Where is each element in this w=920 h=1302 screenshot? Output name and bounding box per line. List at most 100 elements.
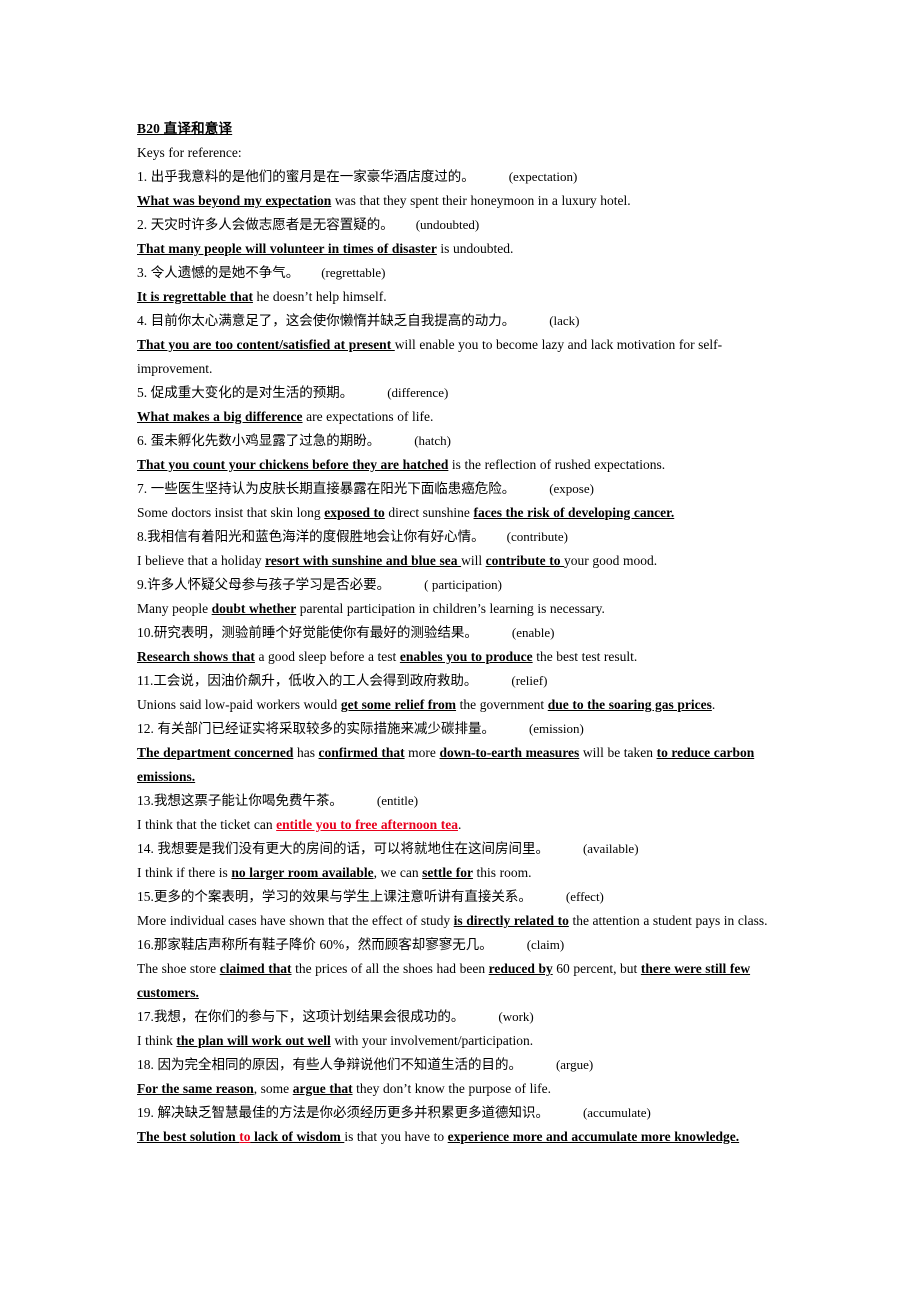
item-13-answer-key-highlight: entitle you to free afternoon tea [276, 817, 458, 832]
item-19-answer-key-2: experience more and accumulate more know… [447, 1129, 740, 1144]
item-19-answer-mid: is that you have to [344, 1129, 448, 1144]
item-17-cue: (work) [498, 1009, 534, 1024]
item-8-answer-key-1: resort with sunshine and blue sea [265, 553, 462, 568]
item-13-answer-post: . [457, 817, 462, 832]
item-8-answer-post: your good mood. [564, 553, 658, 568]
item-15-cue: (effect) [565, 889, 604, 904]
item-6-number: 6. [137, 433, 148, 448]
item-5-cue: (difference) [387, 385, 449, 400]
item-9-chinese: 许多人怀疑父母参与孩子学习是否必要。 [147, 577, 391, 592]
item-19-number: 19. [137, 1105, 154, 1120]
item-9-answer-pre: Many people [137, 601, 212, 616]
item-5-answer: What makes a big difference are expectat… [137, 405, 780, 429]
item-9-answer-key: doubt whether [211, 601, 297, 616]
item-7-chinese: 一些医生坚持认为皮肤长期直接暴露在阳光下面临患癌危险。 [150, 481, 516, 496]
item-9-answer: Many people doubt whether parental parti… [137, 597, 780, 621]
item-17-answer: I think the plan will work out well with… [137, 1029, 780, 1053]
item-16-answer-key-2: reduced by [488, 961, 553, 976]
item-10-answer: Research shows that a good sleep before … [137, 645, 780, 669]
item-7-cue: (expose) [549, 481, 594, 496]
item-11-answer-key-2: due to the soaring gas prices [547, 697, 712, 712]
item-6-answer-rest: is the reflection of rushed expectations… [448, 457, 666, 472]
item-19-answer-key-highlight: to [239, 1129, 251, 1144]
item-16-answer-key-1: claimed that [219, 961, 292, 976]
item-14-answer-pre: I think if there is [137, 865, 232, 880]
item-19-answer: The best solution to lack of wisdom is t… [137, 1125, 780, 1149]
item-4-cue: (lack) [549, 313, 580, 328]
item-10-answer-post: the best test result. [532, 649, 638, 664]
item-18-prompt: 18. 因为完全相同的原因，有些人争辩说他们不知道生活的目的。 (argue) [137, 1053, 780, 1077]
item-19-answer-key-1a: The best solution [137, 1129, 240, 1144]
item-11-cue: (relief) [511, 673, 548, 688]
item-5-chinese: 促成重大变化的是对生活的预期。 [150, 385, 354, 400]
item-1-cue: (expectation) [508, 169, 578, 184]
item-14-answer-post: this room. [472, 865, 532, 880]
item-16-cue: (claim) [526, 937, 565, 952]
item-12-number: 12. [137, 721, 154, 736]
item-1-number: 1. [137, 169, 148, 184]
item-8-cue: (contribute) [506, 529, 568, 544]
item-11-number: 11. [137, 673, 154, 688]
item-15-answer-key: is directly related to [453, 913, 569, 928]
item-4-chinese: 目前你太心满意足了，这会使你懒惰并缺乏自我提高的动力。 [150, 313, 516, 328]
item-2-answer-key: That many people will volunteer in times… [137, 241, 437, 256]
item-7-answer-key-1: exposed to [324, 505, 385, 520]
item-9-cue: ( participation) [424, 577, 502, 592]
item-19-cue: (accumulate) [582, 1105, 651, 1120]
item-9-answer-post: parental participation in children’s lea… [296, 601, 605, 616]
item-12-answer-key-1: The department concerned [137, 745, 294, 760]
item-10-answer-key-2: enables you to produce [399, 649, 533, 664]
item-12-answer-mid-3: will be taken [579, 745, 657, 760]
item-14-number: 14. [137, 841, 154, 856]
item-14-answer-key-2: settle for [422, 865, 473, 880]
item-15-chinese: 更多的个案表明，学习的效果与学生上课注意听讲有直接关系。 [153, 889, 532, 904]
item-19-answer-key-1b: lack of wisdom [250, 1129, 345, 1144]
item-13-cue: (entitle) [376, 793, 419, 808]
item-10-answer-mid: a good sleep before a test [254, 649, 400, 664]
subtitle: Keys for reference: [137, 145, 242, 160]
item-7-answer-key-2: faces the risk of developing cancer. [473, 505, 675, 520]
item-3-chinese: 令人遗憾的是她不争气。 [150, 265, 300, 280]
item-8-chinese: 我相信有着阳光和蓝色海洋的度假胜地会让你有好心情。 [147, 529, 485, 544]
item-13-number: 13. [137, 793, 154, 808]
item-10-chinese: 研究表明，测验前睡个好觉能使你有最好的测验结果。 [153, 625, 478, 640]
item-6-chinese: 蛋未孵化先数小鸡显露了过急的期盼。 [150, 433, 381, 448]
item-8-answer: I believe that a holiday resort with sun… [137, 549, 780, 573]
item-7-prompt: 7. 一些医生坚持认为皮肤长期直接暴露在阳光下面临患癌危险。 (expose) [137, 477, 780, 501]
item-18-answer: For the same reason, some argue that the… [137, 1077, 780, 1101]
item-3-answer: It is regrettable that he doesn’t help h… [137, 285, 780, 309]
item-7-number: 7. [137, 481, 148, 496]
item-8-answer-pre: I believe that a holiday [137, 553, 266, 568]
item-17-chinese: 我想，在你们的参与下，这项计划结果会很成功的。 [153, 1009, 465, 1024]
item-18-chinese: 因为完全相同的原因，有些人争辩说他们不知道生活的目的。 [157, 1057, 522, 1072]
item-14-answer-mid: , we can [373, 865, 423, 880]
item-19-chinese: 解决缺乏智慧最佳的方法是你必须经历更多并积累更多道德知识。 [157, 1105, 549, 1120]
item-12-prompt: 12. 有关部门已经证实将采取较多的实际措施来减少碳排量。 (emission) [137, 717, 780, 741]
item-8-prompt: 8.我相信有着阳光和蓝色海洋的度假胜地会让你有好心情。 (contribute) [137, 525, 780, 549]
item-10-prompt: 10.研究表明，测验前睡个好觉能使你有最好的测验结果。 (enable) [137, 621, 780, 645]
item-16-answer-mid-2: 60 percent, but [552, 961, 641, 976]
item-5-answer-key: What makes a big difference [137, 409, 303, 424]
item-19-prompt: 19. 解决缺乏智慧最佳的方法是你必须经历更多并积累更多道德知识。 (accumu… [137, 1101, 780, 1125]
item-18-answer-key-2: argue that [292, 1081, 353, 1096]
item-8-answer-key-2: contribute to [485, 553, 565, 568]
item-18-cue: (argue) [555, 1057, 594, 1072]
item-15-prompt: 15.更多的个案表明，学习的效果与学生上课注意听讲有直接关系。 (effect) [137, 885, 780, 909]
item-3-number: 3. [137, 265, 148, 280]
item-5-number: 5. [137, 385, 148, 400]
item-13-answer-pre: I think that the ticket can [137, 817, 277, 832]
item-12-answer-key-3: down-to-earth measures [439, 745, 580, 760]
item-13-chinese: 我想这票子能让你喝免费午茶。 [153, 793, 343, 808]
item-15-number: 15. [137, 889, 154, 904]
item-2-prompt: 2. 天灾时许多人会做志愿者是无容置疑的。 (undoubted) [137, 213, 780, 237]
document-page: B20 直译和意译 Keys for reference: 1. 出乎我意料的是… [0, 0, 920, 1302]
item-3-answer-rest: he doesn’t help himself. [252, 289, 387, 304]
item-1-answer: What was beyond my expectation was that … [137, 189, 780, 213]
item-12-answer: The department concerned has confirmed t… [137, 741, 780, 789]
item-3-cue: (regrettable) [321, 265, 386, 280]
item-17-answer-post: with your involvement/participation. [330, 1033, 534, 1048]
item-1-answer-rest: was that they spent their honeymoon in a… [331, 193, 631, 208]
item-1-chinese: 出乎我意料的是他们的蜜月是在一家豪华酒店度过的。 [150, 169, 475, 184]
item-11-answer-post: . [711, 697, 716, 712]
item-12-chinese: 有关部门已经证实将采取较多的实际措施来减少碳排量。 [157, 721, 495, 736]
